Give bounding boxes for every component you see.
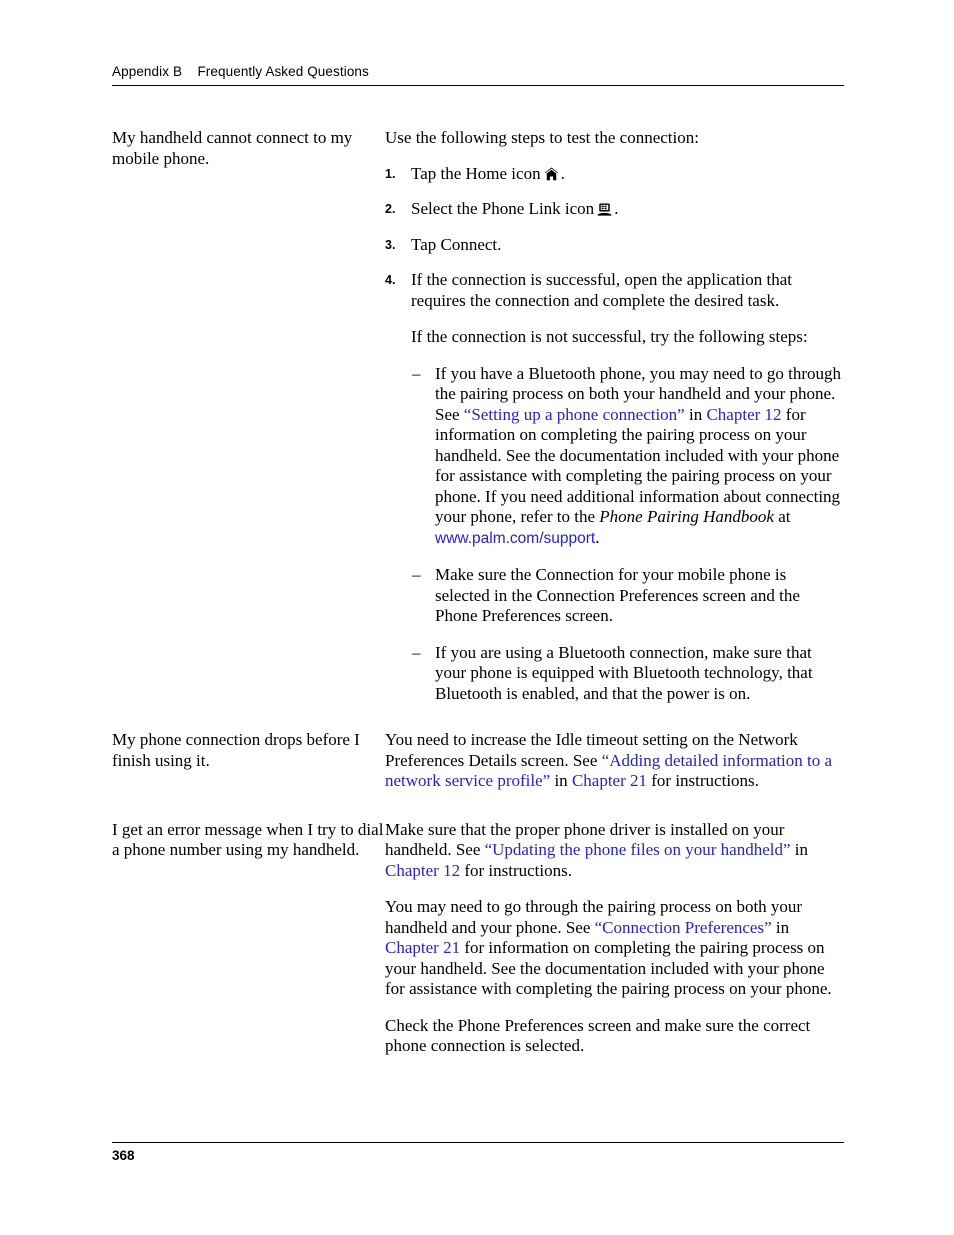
step-number: 1. [385,166,396,181]
phone-link-icon [597,202,612,216]
answer-paragraph: You may need to go through the pairing p… [385,897,844,1000]
home-icon [544,167,559,181]
faq-question: My handheld cannot connect to my mobile … [112,128,353,168]
faq-body: My handheld cannot connect to my mobile … [112,128,844,1057]
numbered-steps: 1. Tap the Home icon. 2. Select the Phon… [385,164,844,705]
step-text-before: Tap the Home icon [411,163,541,183]
footer-rule [112,1142,844,1143]
answer-paragraph: Make sure that the proper phone driver i… [385,820,844,882]
faq-row: My handheld cannot connect to my mobile … [112,128,844,704]
cross-reference-link[interactable]: “Setting up a phone connection” [464,405,685,424]
answer-paragraph: You need to increase the Idle timeout se… [385,730,844,792]
running-head: Appendix B Frequently Asked Questions [112,64,844,86]
chapter-link[interactable]: Chapter 21 [385,938,460,957]
dash-item: – If you are using a Bluetooth connectio… [411,643,844,705]
text-segment: for instructions. [460,860,572,880]
text-segment: . [595,527,600,547]
dash-text: If you have a Bluetooth phone, you may n… [435,364,841,547]
step-followup: If the connection is not successful, try… [411,327,808,346]
text-segment: at [773,507,791,526]
step-number: 2. [385,202,396,216]
chapter-link[interactable]: Chapter 21 [572,771,647,790]
faq-answer: You need to increase the Idle timeout se… [385,730,844,792]
step-text: If the connection is successful, open th… [411,270,792,310]
faq-row: My phone connection drops before I finis… [112,730,844,792]
faq-row: I get an error message when I try to dia… [112,820,844,1057]
step-text-before: Select the Phone Link icon [411,199,595,218]
document-page: Appendix B Frequently Asked Questions My… [0,0,954,1235]
step-text-after: . [614,199,619,218]
answer-paragraph: Check the Phone Preferences screen and m… [385,1015,811,1056]
header-rule [112,85,844,86]
step-item: 2. Select the Phone Link icon. [385,199,844,220]
step-item: 3. Tap Connect. [385,235,844,256]
text-segment: in [684,404,707,424]
dash-text: If you are using a Bluetooth connection,… [435,642,813,703]
url-link[interactable]: www.palm.com/support [435,530,595,547]
step-text: Tap Connect. [411,234,502,254]
text-segment: in [790,840,809,859]
dash-marker: – [412,642,421,662]
step-text: Select the Phone Link icon. [411,199,844,220]
cross-reference-link[interactable]: “Connection Preferences” [595,918,772,937]
answer-intro: Use the following steps to test the conn… [385,128,699,147]
text-segment: in [550,771,572,790]
faq-question: I get an error message when I try to dia… [112,819,384,860]
book-title: Phone Pairing Handbook [599,507,774,526]
text-segment: for instructions. [647,771,759,790]
step-item: 4. If the connection is successful, open… [385,270,844,704]
dash-marker: – [412,565,421,584]
cross-reference-link[interactable]: “Updating the phone files on your handhe… [485,840,791,859]
step-item: 1. Tap the Home icon. [385,164,844,185]
running-head-text: Appendix B Frequently Asked Questions [112,64,369,79]
step-number: 3. [385,237,396,252]
text-segment: in [771,917,790,937]
dash-item: – If you have a Bluetooth phone, you may… [411,364,844,550]
faq-answer: Make sure that the proper phone driver i… [385,820,844,1057]
dash-marker: – [412,363,421,383]
faq-question: My phone connection drops before I finis… [112,730,360,770]
faq-answer: Use the following steps to test the conn… [385,128,844,704]
step-text: Tap the Home icon. [411,164,844,185]
dash-text: Make sure the Connection for your mobile… [435,565,800,625]
page-footer: 368 [112,1142,844,1163]
page-number: 368 [112,1148,135,1163]
dash-list: – If you have a Bluetooth phone, you may… [411,364,844,705]
chapter-link[interactable]: Chapter 12 [385,861,460,880]
chapter-link[interactable]: Chapter 12 [706,405,781,424]
step-number: 4. [385,273,396,287]
step-text-after: . [560,163,565,183]
dash-item: – Make sure the Connection for your mobi… [411,565,844,627]
